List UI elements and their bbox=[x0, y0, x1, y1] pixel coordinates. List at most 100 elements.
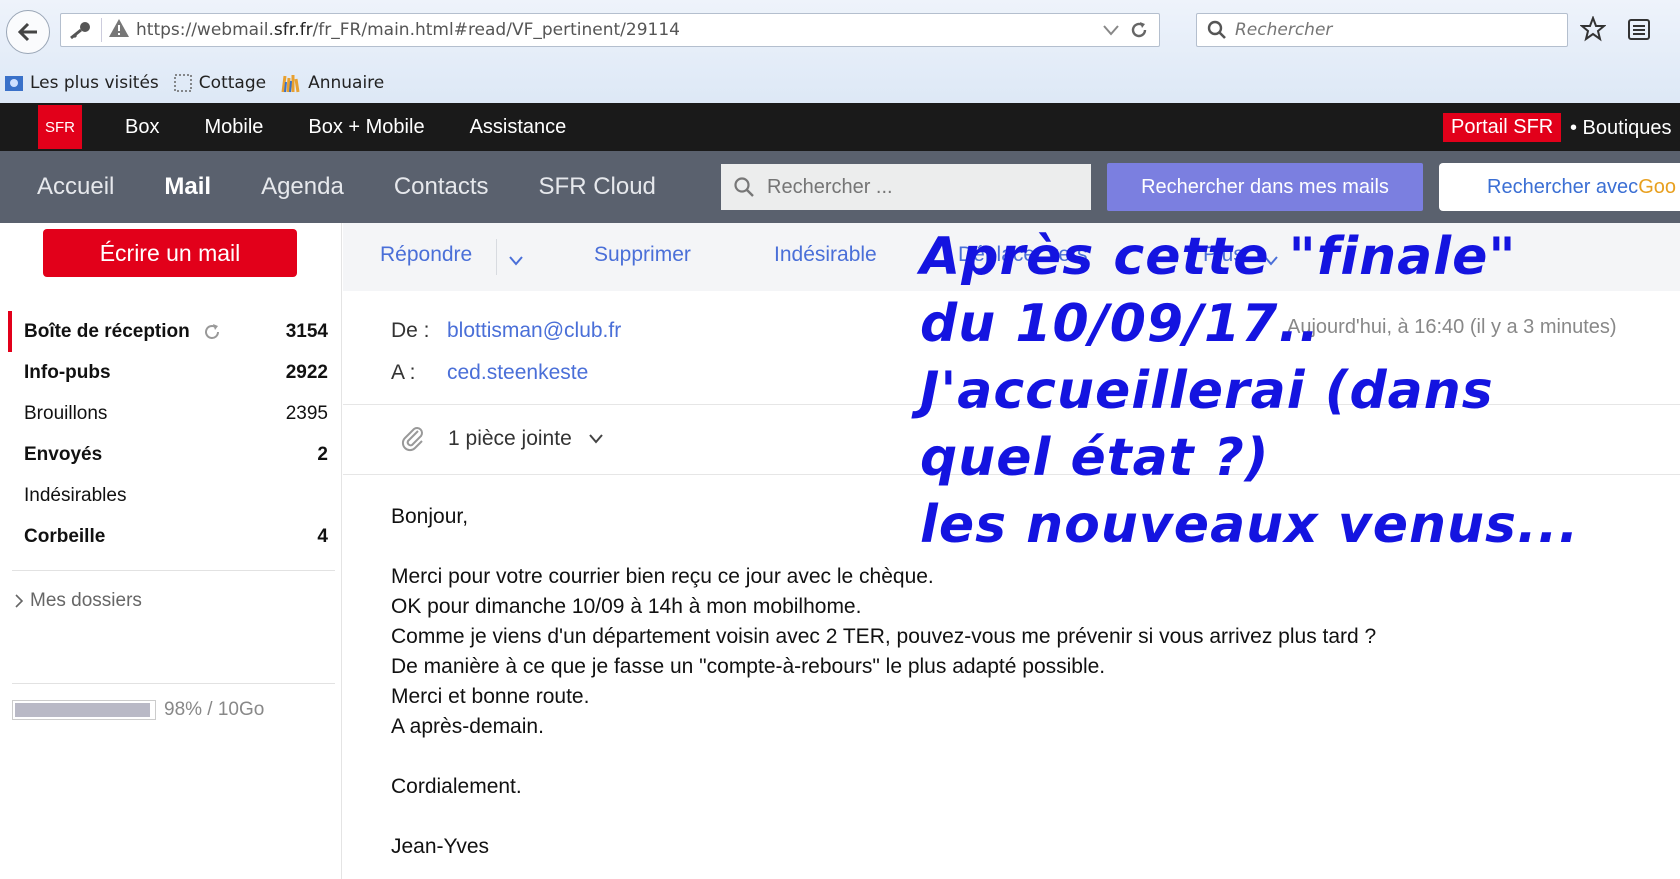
google-brand-text: Goo bbox=[1638, 175, 1676, 198]
message-date: Aujourd'hui, à 16:40 (il y a 3 minutes) bbox=[1287, 316, 1617, 338]
folder-spam[interactable]: Indésirables bbox=[8, 475, 330, 516]
body-line: De manière à ce que je fasse un "compte-… bbox=[391, 655, 1106, 678]
delete-button[interactable]: Supprimer bbox=[594, 243, 691, 267]
folder-list: Boîte de réception 3154 Info-pubs 2922 B… bbox=[8, 311, 330, 557]
move-to-button[interactable]: Déplacer vers bbox=[958, 243, 1088, 267]
folder-drafts[interactable]: Brouillons 2395 bbox=[8, 393, 330, 434]
reply-options-dropdown[interactable] bbox=[508, 249, 524, 273]
bookmark-label: Cottage bbox=[198, 73, 267, 93]
topnav-box[interactable]: Box bbox=[125, 116, 159, 139]
folder-count: 4 bbox=[317, 525, 328, 547]
search-google-button[interactable]: Rechercher avec Goo bbox=[1439, 163, 1680, 211]
folder-sent[interactable]: Envoyés 2 bbox=[8, 434, 330, 475]
body-line: Merci et bonne route. bbox=[391, 685, 590, 708]
folder-count: 2922 bbox=[285, 361, 328, 383]
topnav-mobile[interactable]: Mobile bbox=[204, 116, 263, 139]
folder-count: 3154 bbox=[285, 320, 328, 342]
bookmarks-bar: Les plus visités Cottage Annuaire bbox=[4, 72, 398, 94]
search-icon bbox=[1207, 20, 1226, 39]
bookmark-most-visited[interactable]: Les plus visités bbox=[4, 73, 159, 93]
quota-bar bbox=[12, 700, 156, 720]
folder-name: Brouillons bbox=[24, 402, 108, 424]
folder-name: Indésirables bbox=[24, 484, 127, 506]
sfr-top-bar: SFR Box Mobile Box + Mobile Assistance P… bbox=[0, 103, 1680, 151]
topnav-box-mobile[interactable]: Box + Mobile bbox=[308, 116, 424, 139]
mail-sidebar: Écrire un mail Boîte de réception 3154 I… bbox=[0, 223, 342, 879]
boutiques-link[interactable]: • Boutiques bbox=[1570, 117, 1672, 140]
topnav-assistance[interactable]: Assistance bbox=[470, 116, 567, 139]
annuaire-icon bbox=[280, 72, 302, 94]
bookmark-label: Annuaire bbox=[308, 73, 385, 93]
nav-mail[interactable]: Mail bbox=[164, 173, 211, 201]
message-headers: De : blottisman@club.fr A : ced.steenkes… bbox=[391, 310, 621, 394]
chevron-down-icon bbox=[509, 256, 523, 266]
browser-search-bar[interactable] bbox=[1196, 13, 1568, 47]
warning-icon[interactable] bbox=[108, 18, 130, 42]
body-line: Merci pour votre courrier bien reçu ce j… bbox=[391, 565, 934, 588]
address-bar[interactable]: https://webmail.sfr.fr/fr_FR/main.html#r… bbox=[60, 13, 1160, 47]
key-icon[interactable] bbox=[65, 20, 95, 40]
body-line: A après-demain. bbox=[391, 715, 544, 738]
folder-inbox[interactable]: Boîte de réception 3154 bbox=[8, 311, 330, 352]
body-line: OK pour dimanche 10/09 à 14h à mon mobil… bbox=[391, 595, 862, 618]
mail-search-input[interactable] bbox=[767, 175, 1067, 199]
portail-sfr-link[interactable]: Portail SFR bbox=[1443, 113, 1562, 142]
reading-list-icon[interactable] bbox=[1626, 16, 1652, 42]
body-line: Bonjour, bbox=[391, 505, 469, 528]
folder-name: Info-pubs bbox=[24, 361, 111, 383]
star-icon[interactable] bbox=[1580, 16, 1606, 42]
folder-name: Corbeille bbox=[24, 525, 106, 547]
google-button-label: Rechercher avec bbox=[1487, 175, 1639, 198]
search-mails-button[interactable]: Rechercher dans mes mails bbox=[1107, 163, 1423, 211]
reply-button[interactable]: Répondre bbox=[380, 243, 472, 267]
reload-icon[interactable] bbox=[1129, 20, 1149, 40]
spam-button[interactable]: Indésirable bbox=[774, 243, 877, 267]
quota-bar-fill bbox=[15, 703, 151, 717]
bookmark-cottage[interactable]: Cottage bbox=[173, 73, 266, 93]
folder-name: Boîte de réception bbox=[24, 320, 190, 342]
nav-accueil[interactable]: Accueil bbox=[37, 173, 114, 201]
overlay-line: J'accueillerai (dans bbox=[920, 361, 1494, 421]
mail-nav-bar: Accueil Mail Agenda Contacts SFR Cloud R… bbox=[0, 151, 1680, 223]
to-row: A : ced.steenkeste bbox=[391, 352, 621, 394]
body-line: Comme je viens d'un département voisin a… bbox=[391, 625, 1377, 648]
toolbar-separator bbox=[496, 239, 497, 275]
header-divider bbox=[343, 404, 1680, 405]
sidebar-divider bbox=[12, 570, 335, 571]
more-button[interactable]: Plus bbox=[1203, 243, 1244, 267]
folder-trash[interactable]: Corbeille 4 bbox=[8, 516, 330, 557]
bookmark-annuaire[interactable]: Annuaire bbox=[280, 72, 384, 94]
bookmark-label: Les plus visités bbox=[30, 73, 159, 93]
browser-search-input[interactable] bbox=[1235, 20, 1555, 40]
nav-contacts[interactable]: Contacts bbox=[394, 173, 489, 201]
arrow-left-icon bbox=[17, 22, 37, 42]
body-line bbox=[391, 532, 1376, 562]
recipient-address[interactable]: ced.steenkeste bbox=[447, 361, 588, 385]
address-separator bbox=[101, 18, 102, 42]
message-body: Bonjour, Merci pour votre courrier bien … bbox=[391, 502, 1376, 862]
chevron-down-icon bbox=[589, 434, 603, 444]
quota-text: 98% / 10Go bbox=[164, 699, 265, 720]
nav-agenda[interactable]: Agenda bbox=[261, 173, 344, 201]
sender-address[interactable]: blottisman@club.fr bbox=[447, 319, 621, 343]
bookmark-folder-icon bbox=[4, 73, 24, 93]
browser-chrome: https://webmail.sfr.fr/fr_FR/main.html#r… bbox=[0, 0, 1680, 103]
search-icon bbox=[734, 177, 754, 197]
sidebar-divider bbox=[12, 683, 335, 684]
to-label: A : bbox=[391, 361, 416, 384]
folder-info-pubs[interactable]: Info-pubs 2922 bbox=[8, 352, 330, 393]
mail-search-box[interactable] bbox=[721, 164, 1091, 210]
more-dropdown[interactable] bbox=[1263, 249, 1279, 273]
url-text: https://webmail.sfr.fr/fr_FR/main.html#r… bbox=[136, 20, 680, 40]
nav-sfr-cloud[interactable]: SFR Cloud bbox=[539, 173, 656, 201]
back-button[interactable] bbox=[6, 10, 50, 54]
my-folders-toggle[interactable]: Mes dossiers bbox=[14, 590, 142, 612]
attachments-toggle[interactable]: 1 pièce jointe bbox=[400, 425, 604, 453]
attachment-divider bbox=[343, 474, 1680, 475]
attachments-label: 1 pièce jointe bbox=[448, 427, 572, 450]
sfr-logo[interactable]: SFR bbox=[38, 105, 82, 149]
refresh-icon[interactable] bbox=[202, 322, 222, 342]
dropdown-arrow-icon[interactable] bbox=[1103, 24, 1119, 36]
my-folders-label: Mes dossiers bbox=[30, 590, 142, 611]
compose-button[interactable]: Écrire un mail bbox=[43, 229, 297, 277]
